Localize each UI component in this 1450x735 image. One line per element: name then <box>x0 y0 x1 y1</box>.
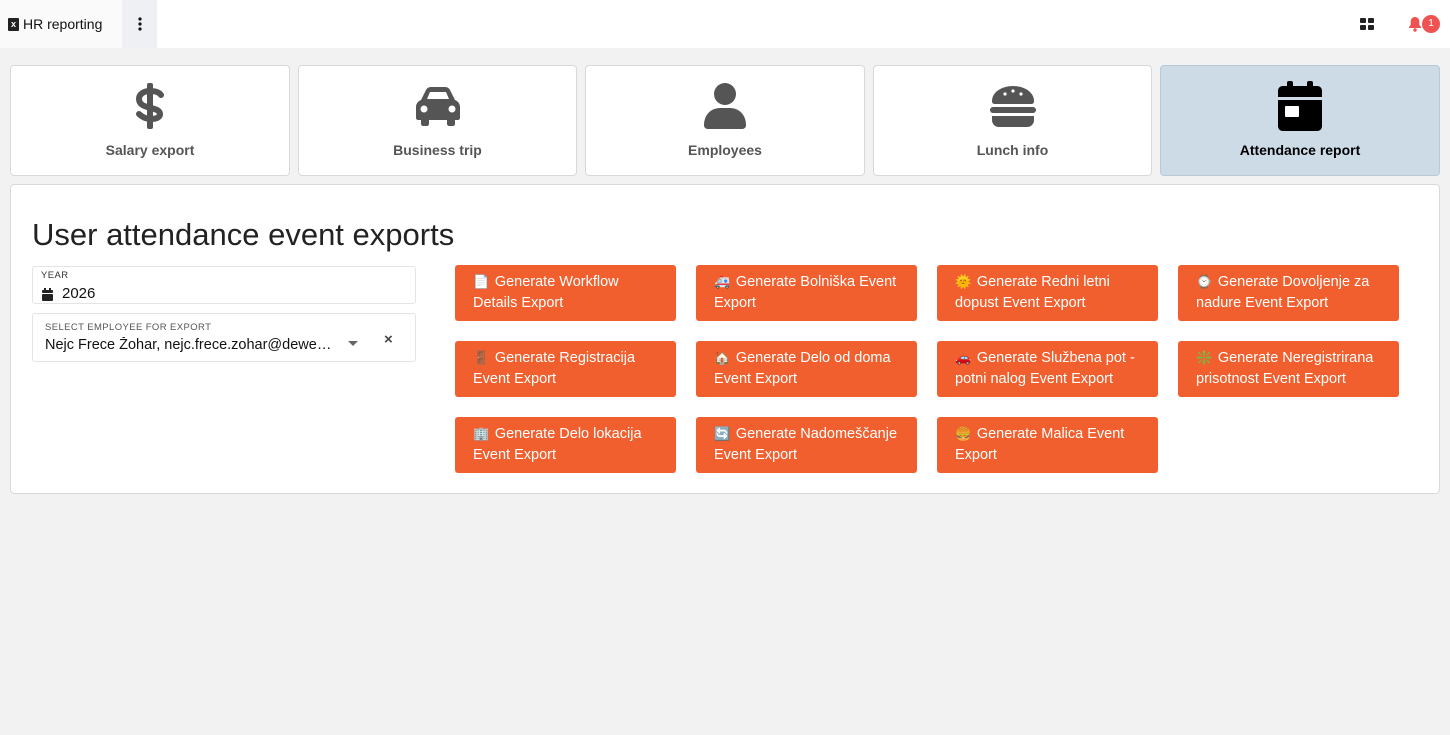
employee-select-label: SELECT EMPLOYEE FOR EXPORT <box>45 322 212 333</box>
sun-icon: 🌞 <box>955 274 975 289</box>
year-value: 2026 <box>62 285 96 302</box>
calendar-icon <box>1278 81 1322 131</box>
house-icon: 🏠 <box>714 350 734 365</box>
page-title: User attendance event exports <box>32 217 455 252</box>
tile-attendance-report[interactable]: Attendance report <box>1160 65 1440 176</box>
bell-icon <box>1409 17 1421 32</box>
grid-icon <box>1360 18 1374 30</box>
button-label: Generate Malica Event Export <box>955 426 1125 463</box>
button-label: Generate Nadomeščanje Event Export <box>714 426 898 463</box>
tile-label: Salary export <box>105 142 195 158</box>
button-label: Generate Workflow Details Export <box>473 274 619 311</box>
generate-nadomescanje-export-button[interactable]: 🔄 Generate Nadomeščanje Event Export <box>696 417 917 473</box>
app-title: HR reporting <box>23 16 103 32</box>
clear-icon[interactable]: × <box>384 331 393 348</box>
hamburger-icon <box>989 86 1036 127</box>
dollar-icon <box>135 83 164 129</box>
notification-count-badge: 1 <box>1422 15 1440 33</box>
export-panel: User attendance event exports YEAR 2026 … <box>10 184 1440 494</box>
tile-label: Employees <box>688 142 762 158</box>
tile-salary-export[interactable]: Salary export <box>10 65 290 176</box>
hamburger-icon: 🍔 <box>955 426 975 441</box>
generate-registracija-export-button[interactable]: 🚪 Generate Registracija Event Export <box>455 341 676 397</box>
generate-delo-od-doma-export-button[interactable]: 🏠 Generate Delo od doma Event Export <box>696 341 917 397</box>
tile-lunch-info[interactable]: Lunch info <box>873 65 1152 176</box>
tile-employees[interactable]: Employees <box>585 65 865 176</box>
generate-workflow-details-export-button[interactable]: 📄 Generate Workflow Details Export <box>455 265 676 321</box>
button-label: Generate Delo lokacija Event Export <box>473 426 642 463</box>
generate-delo-lokacija-export-button[interactable]: 🏢 Generate Delo lokacija Event Export <box>455 417 676 473</box>
button-label: Generate Dovoljenje za nadure Event Expo… <box>1196 274 1370 311</box>
button-label: Generate Neregistrirana prisotnost Event… <box>1196 350 1374 387</box>
kebab-icon <box>137 17 142 31</box>
door-icon: 🚪 <box>473 350 493 365</box>
employee-select-value: Nejc Frece Žohar, nejc.frece.zohar@dewes… <box>45 337 337 353</box>
year-field[interactable]: YEAR 2026 <box>32 266 416 304</box>
button-label: Generate Delo od doma Event Export <box>714 350 891 387</box>
document-icon: 📄 <box>473 274 493 289</box>
tile-label: Attendance report <box>1239 142 1361 158</box>
tile-label: Business trip <box>393 142 482 158</box>
office-building-icon: 🏢 <box>473 426 493 441</box>
employee-select[interactable]: SELECT EMPLOYEE FOR EXPORT Nejc Frece Žo… <box>32 313 416 362</box>
calendar-small-icon <box>42 288 53 301</box>
top-bar: x HR reporting 1 <box>0 0 1450 48</box>
more-menu-button[interactable] <box>122 0 157 48</box>
year-field-label: YEAR <box>41 270 69 281</box>
notifications-button[interactable]: 1 <box>1405 14 1441 34</box>
generate-redni-letni-dopust-export-button[interactable]: 🌞 Generate Redni letni dopust Event Expo… <box>937 265 1158 321</box>
car-icon: 🚗 <box>955 350 975 365</box>
ambulance-icon: 🚑 <box>714 274 734 289</box>
generate-bolniska-export-button[interactable]: 🚑 Generate Bolniška Event Export <box>696 265 917 321</box>
user-icon <box>704 83 746 129</box>
tile-label: Lunch info <box>976 142 1049 158</box>
watch-icon: ⌚ <box>1196 274 1216 289</box>
button-label: Generate Redni letni dopust Event Export <box>955 274 1110 311</box>
generate-dovoljenje-za-nadure-export-button[interactable]: ⌚ Generate Dovoljenje za nadure Event Ex… <box>1178 265 1399 321</box>
generate-malica-export-button[interactable]: 🍔 Generate Malica Event Export <box>937 417 1158 473</box>
button-label: Generate Službena pot - potni nalog Even… <box>955 350 1135 387</box>
button-label: Generate Bolniška Event Export <box>714 274 897 311</box>
car-icon <box>415 87 460 126</box>
apps-grid-button[interactable] <box>1359 16 1375 32</box>
document-icon: x <box>8 17 19 31</box>
app-title-button[interactable]: x HR reporting <box>0 0 122 48</box>
tile-business-trip[interactable]: Business trip <box>298 65 577 176</box>
generate-neregistrirana-prisotnost-export-button[interactable]: ❇️ Generate Neregistrirana prisotnost Ev… <box>1178 341 1399 397</box>
generate-sluzbena-pot-export-button[interactable]: 🚗 Generate Službena pot - potni nalog Ev… <box>937 341 1158 397</box>
button-label: Generate Registracija Event Export <box>473 350 636 387</box>
sparkle-icon: ❇️ <box>1196 350 1216 365</box>
chevron-down-icon[interactable] <box>348 341 358 346</box>
refresh-icon: 🔄 <box>714 426 734 441</box>
